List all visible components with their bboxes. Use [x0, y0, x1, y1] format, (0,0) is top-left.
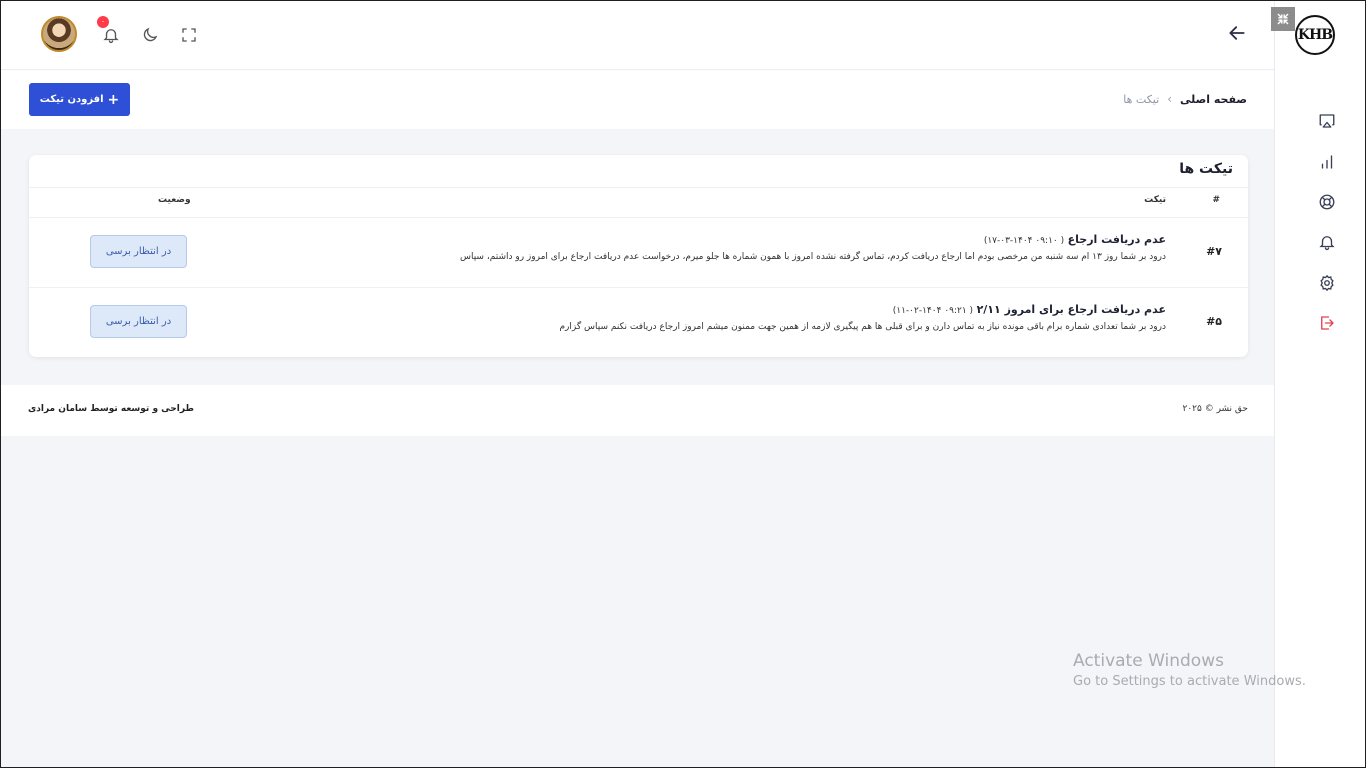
breadcrumb-current: تیکت ها	[1123, 92, 1160, 106]
page-header: + افزودن تیکت صفحه اصلی › تیکت ها	[0, 71, 1274, 129]
back-arrow-icon[interactable]	[1226, 22, 1248, 44]
developer-credit: طراحی و توسعه توسط سامان مرادی	[28, 404, 194, 414]
breadcrumb-home[interactable]: صفحه اصلی	[1180, 93, 1247, 106]
add-ticket-label: افزودن تیکت	[39, 94, 104, 105]
column-header-number: #	[1212, 195, 1220, 205]
tickets-card: تیکت ها # تیکت وضعیت #۷ عدم دریافت ارجاع…	[29, 155, 1248, 357]
status-badge[interactable]: در انتظار برسی	[90, 305, 187, 338]
moon-icon[interactable]	[140, 25, 160, 45]
column-header-ticket: تیکت	[1144, 195, 1166, 205]
ticket-title-line: عدم دریافت ارجاع ( ۰۹:۱۰ ۱۴۰۴-۰۳-۱۷)	[984, 233, 1166, 246]
sidebar-item-charts[interactable]	[1317, 152, 1337, 172]
plus-icon: +	[107, 91, 120, 108]
notification-badge: ۰	[97, 16, 109, 28]
bell-icon[interactable]	[101, 25, 121, 45]
lifebuoy-icon	[1319, 194, 1335, 210]
logout-icon	[1321, 316, 1334, 330]
ticket-date: ( ۰۹:۲۱ ۱۴۰۴-۰۲-۱۱)	[892, 306, 974, 316]
ticket-body: درود بر شما تعدادی شماره برام باقی مونده…	[559, 322, 1166, 332]
monitor-icon	[1319, 114, 1335, 128]
status-badge[interactable]: در انتظار برسی	[90, 235, 187, 268]
bell-icon	[1319, 236, 1335, 251]
ticket-title-line: عدم دریافت ارجاع برای امروز ۲/۱۱ ( ۰۹:۲۱…	[893, 303, 1166, 316]
sidebar-item-support[interactable]	[1317, 192, 1337, 212]
divider	[29, 187, 1248, 188]
ticket-date: ( ۰۹:۱۰ ۱۴۰۴-۰۳-۱۷)	[983, 236, 1065, 246]
activation-watermark: Activate Windows Go to Settings to activ…	[1073, 651, 1306, 689]
watermark-title: Activate Windows	[1073, 651, 1224, 671]
chevron-left-icon: ›	[1167, 92, 1172, 106]
copyright: حق نشر © ۲۰۲۵	[1182, 404, 1249, 414]
user-avatar[interactable]	[41, 16, 77, 52]
fullscreen-icon[interactable]	[179, 25, 199, 45]
ticket-body: درود بر شما روز ۱۳ ام سه شنبه من مرخصی ب…	[459, 252, 1166, 262]
collapse-icon[interactable]	[1271, 7, 1295, 31]
brand-logo[interactable]: KHB	[1295, 15, 1335, 55]
sidebar-item-monitor[interactable]	[1317, 111, 1337, 131]
main-content: تیکت ها # تیکت وضعیت #۷ عدم دریافت ارجاع…	[0, 129, 1274, 385]
footer: حق نشر © ۲۰۲۵ طراحی و توسعه توسط سامان م…	[0, 385, 1274, 436]
sidebar-item-notifications[interactable]	[1317, 232, 1337, 252]
bar-chart-icon	[1321, 155, 1333, 169]
ticket-number: #۵	[1206, 315, 1222, 328]
breadcrumb: صفحه اصلی › تیکت ها	[1123, 92, 1247, 106]
sidebar-item-logout[interactable]	[1317, 313, 1337, 333]
add-ticket-button[interactable]: + افزودن تیکت	[29, 83, 130, 116]
column-header-status: وضعیت	[158, 195, 191, 205]
gear-icon	[1320, 274, 1334, 292]
ticket-title[interactable]: عدم دریافت ارجاع برای امروز ۲/۱۱	[977, 303, 1166, 316]
watermark-subtitle: Go to Settings to activate Windows.	[1073, 674, 1306, 689]
ticket-title[interactable]: عدم دریافت ارجاع	[1068, 233, 1166, 246]
table-row[interactable]: #۷ عدم دریافت ارجاع ( ۰۹:۱۰ ۱۴۰۴-۰۳-۱۷) …	[29, 217, 1248, 287]
table-row[interactable]: #۵ عدم دریافت ارجاع برای امروز ۲/۱۱ ( ۰۹…	[29, 287, 1248, 357]
sidebar-item-settings[interactable]	[1317, 273, 1337, 293]
top-header: ۰	[0, 0, 1274, 70]
page-background	[0, 436, 1274, 768]
card-title: تیکت ها	[1179, 161, 1233, 177]
ticket-number: #۷	[1206, 245, 1222, 258]
